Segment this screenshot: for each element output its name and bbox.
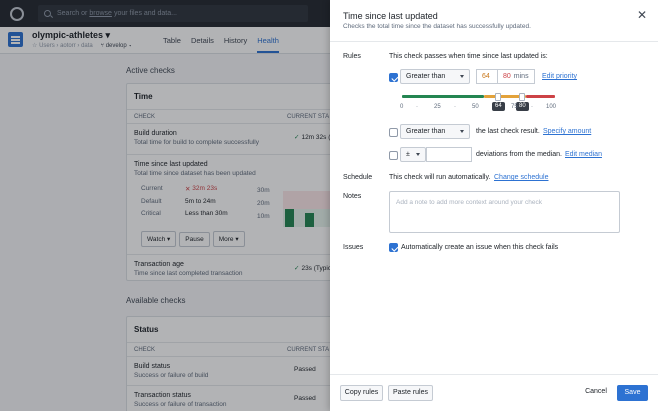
rule1-checkbox[interactable]	[389, 73, 398, 82]
slider-minor-tick: ·	[531, 104, 533, 110]
drawer-subtitle: Checks the total time since the dataset …	[343, 23, 531, 30]
slider-tick: 25	[434, 104, 441, 110]
paste-rules-button[interactable]: Paste rules	[388, 385, 433, 401]
copy-rules-button[interactable]: Copy rules	[340, 385, 383, 401]
slider-tick: 50	[472, 104, 479, 110]
slider-tick: 100	[546, 104, 557, 110]
slider-tick: 75	[511, 104, 518, 110]
rule1-comparator-value: Greater than	[406, 73, 446, 80]
rule3-text: deviations from the median.	[476, 151, 562, 158]
slider-minor-tick: ·	[416, 104, 418, 110]
cancel-button[interactable]: Cancel	[580, 385, 612, 401]
warning-slider-handle[interactable]	[495, 93, 501, 101]
edit-priority-link[interactable]: Edit priority	[542, 73, 577, 80]
critical-slider-handle[interactable]	[519, 93, 525, 101]
rule2-checkbox[interactable]	[389, 128, 398, 137]
rule1-comparator-select[interactable]: Greater than	[400, 69, 470, 84]
deviation-input[interactable]	[426, 147, 472, 162]
save-button[interactable]: Save	[617, 385, 648, 401]
warning-threshold-value: 64	[482, 73, 490, 80]
notes-textarea[interactable]: Add a note to add more context around yo…	[389, 191, 620, 233]
threshold-slider[interactable]: 64 80 0 · 25 · 50 75 · 100	[400, 90, 556, 120]
rule3-operator-select[interactable]: ±	[400, 147, 426, 162]
header-divider	[330, 41, 658, 42]
auto-issue-checkbox[interactable]	[389, 243, 398, 252]
change-schedule-link[interactable]: Change schedule	[494, 174, 549, 181]
warning-handle-label: 64	[492, 102, 505, 111]
chevron-down-icon	[460, 75, 464, 78]
slider-pass-range	[402, 95, 484, 98]
critical-threshold-input[interactable]: 80 mins	[497, 69, 535, 84]
specify-amount-link[interactable]: Specify amount	[543, 128, 591, 135]
chevron-down-icon	[416, 153, 420, 156]
chevron-down-icon	[460, 130, 464, 133]
close-icon[interactable]: ✕	[636, 9, 648, 21]
critical-threshold-value: 80	[503, 73, 511, 80]
rule3-checkbox[interactable]	[389, 151, 398, 160]
rules-label: Rules	[343, 53, 361, 60]
threshold-unit: mins	[513, 73, 529, 80]
rule3-operator-value: ±	[406, 151, 410, 158]
slider-minor-tick: ·	[454, 104, 456, 110]
rules-intro: This check passes when time since last u…	[389, 53, 548, 60]
slider-tick: 0	[400, 104, 404, 110]
rule2-comparator-value: Greater than	[406, 128, 446, 135]
schedule-text: This check will run automatically.	[389, 174, 491, 181]
drawer-title: Time since last updated	[343, 11, 438, 21]
warning-threshold-input[interactable]: 64	[476, 69, 498, 84]
issues-label: Issues	[343, 244, 364, 251]
auto-issue-text: Automatically create an issue when this …	[401, 244, 559, 251]
rule2-comparator-select[interactable]: Greater than	[400, 124, 470, 139]
check-settings-drawer: Time since last updated Checks the total…	[330, 0, 658, 411]
notes-label: Notes	[343, 193, 362, 200]
edit-median-link[interactable]: Edit median	[565, 151, 602, 158]
rule2-text: the last check result.	[476, 128, 540, 135]
slider-crit-range	[526, 95, 555, 98]
footer-divider	[330, 374, 658, 375]
schedule-label: Schedule	[343, 174, 373, 181]
